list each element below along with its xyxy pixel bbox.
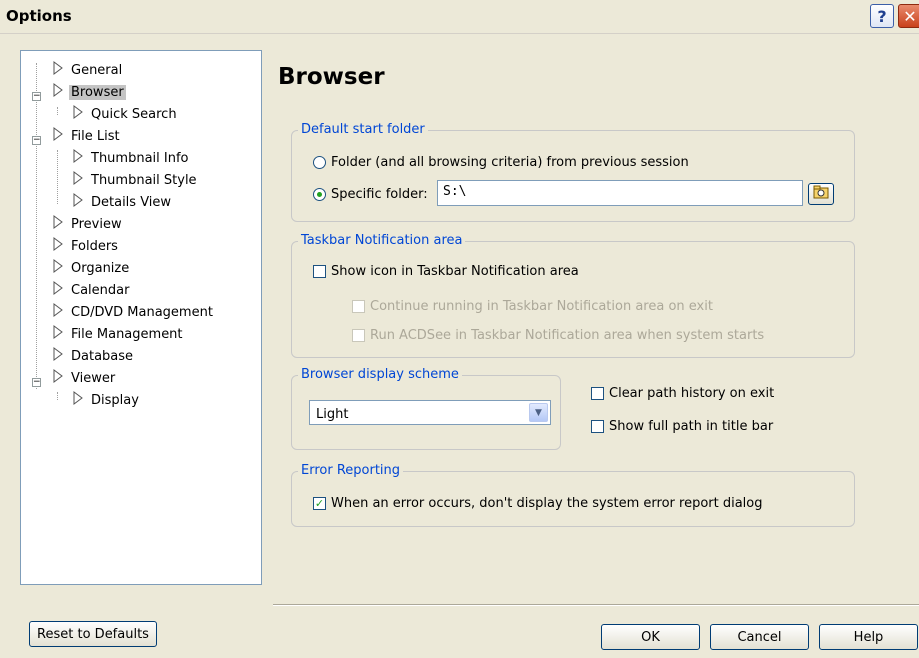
error-reporting-group: Error Reporting ✓ When an error occurs, …: [291, 463, 855, 527]
triangle-icon: [73, 171, 83, 189]
tree-item-preview[interactable]: Preview: [29, 214, 124, 234]
page-title: Browser: [278, 64, 385, 90]
divider: [273, 604, 919, 606]
triangle-icon: [73, 193, 83, 211]
triangle-icon: [53, 237, 63, 255]
triangle-icon: [53, 347, 63, 365]
triangle-icon: [53, 369, 63, 387]
tree-item-calendar[interactable]: Calendar: [29, 280, 131, 300]
tree-item-general[interactable]: General: [29, 60, 124, 80]
triangle-icon: [73, 105, 83, 123]
group-legend: Browser display scheme: [298, 367, 462, 382]
folder-browse-icon: [813, 185, 829, 203]
radio-label: Specific folder:: [331, 187, 428, 202]
no-error-dialog-checkbox[interactable]: ✓ When an error occurs, don't display th…: [313, 496, 763, 511]
triangle-icon: [53, 127, 63, 145]
tree-item-cd-dvd-management[interactable]: CD/DVD Management: [29, 302, 215, 322]
triangle-icon: [73, 391, 83, 409]
cancel-button[interactable]: Cancel: [710, 624, 809, 650]
checkbox-label: Run ACDSee in Taskbar Notification area …: [370, 328, 765, 343]
triangle-icon: [53, 325, 63, 343]
close-icon[interactable]: ✕: [898, 4, 919, 28]
radio-button[interactable]: [313, 156, 326, 169]
triangle-icon: [53, 61, 63, 79]
tree-item-file-management[interactable]: File Management: [29, 324, 185, 344]
help-icon[interactable]: ?: [870, 4, 894, 28]
radio-label: Folder (and all browsing criteria) from …: [331, 155, 689, 170]
group-legend: Taskbar Notification area: [298, 233, 466, 248]
tree-item-thumbnail-style[interactable]: Thumbnail Style: [51, 170, 199, 190]
run-on-start-checkbox[interactable]: Run ACDSee in Taskbar Notification area …: [352, 328, 764, 343]
checkbox-label: Show full path in title bar: [609, 419, 774, 434]
window-title: Options: [6, 7, 72, 25]
tree-item-quick-search[interactable]: Quick Search: [51, 104, 179, 124]
triangle-icon: [53, 259, 63, 277]
checkbox[interactable]: [352, 300, 365, 313]
checkbox-checked[interactable]: ✓: [313, 497, 326, 510]
previous-session-radio[interactable]: Folder (and all browsing criteria) from …: [313, 155, 689, 170]
triangle-icon: [53, 83, 63, 101]
browse-folder-button[interactable]: [808, 183, 834, 205]
triangle-icon: [73, 149, 83, 167]
checkbox-label: Continue running in Taskbar Notification…: [370, 299, 713, 314]
tree-item-organize[interactable]: Organize: [29, 258, 131, 278]
tree-item-details-view[interactable]: Details View: [51, 192, 173, 212]
tree-item-folders[interactable]: Folders: [29, 236, 120, 256]
checkbox[interactable]: [591, 387, 604, 400]
ok-button[interactable]: OK: [601, 624, 700, 650]
triangle-icon: [53, 281, 63, 299]
display-scheme-group: Browser display scheme Light ▼: [291, 367, 561, 450]
triangle-icon: [53, 215, 63, 233]
options-tree[interactable]: General − Browser Quick Search − File Li…: [20, 50, 262, 585]
checkbox-label: When an error occurs, don't display the …: [331, 496, 763, 511]
continue-running-checkbox[interactable]: Continue running in Taskbar Notification…: [352, 299, 713, 314]
checkbox-label: Show icon in Taskbar Notification area: [331, 264, 579, 279]
reset-to-defaults-button[interactable]: Reset to Defaults: [29, 621, 157, 647]
help-button[interactable]: Help: [819, 624, 918, 650]
tree-item-viewer[interactable]: Viewer: [29, 368, 117, 388]
chevron-down-icon[interactable]: ▼: [529, 403, 548, 422]
checkbox[interactable]: [313, 265, 326, 278]
show-icon-checkbox[interactable]: Show icon in Taskbar Notification area: [313, 264, 579, 279]
tree-item-thumbnail-info[interactable]: Thumbnail Info: [51, 148, 191, 168]
clear-path-checkbox[interactable]: Clear path history on exit: [591, 386, 774, 401]
triangle-icon: [53, 303, 63, 321]
default-start-folder-group: Default start folder Folder (and all bro…: [291, 122, 855, 222]
tree-item-browser[interactable]: Browser: [29, 82, 126, 102]
tree-item-file-list[interactable]: File List: [29, 126, 122, 146]
display-scheme-select[interactable]: Light ▼: [309, 400, 551, 425]
title-bar: Options ? ✕: [0, 0, 919, 34]
specific-folder-input[interactable]: S:\: [437, 180, 803, 206]
radio-button[interactable]: [313, 188, 326, 201]
tree-item-display[interactable]: Display: [51, 390, 141, 410]
group-legend: Error Reporting: [298, 463, 404, 478]
checkbox[interactable]: [591, 420, 604, 433]
tree-item-database[interactable]: Database: [29, 346, 135, 366]
checkbox-label: Clear path history on exit: [609, 386, 775, 401]
taskbar-notification-group: Taskbar Notification area Show icon in T…: [291, 233, 855, 358]
show-full-path-checkbox[interactable]: Show full path in title bar: [591, 419, 773, 434]
select-value: Light: [316, 407, 349, 422]
specific-folder-radio[interactable]: Specific folder:: [313, 187, 428, 202]
checkbox[interactable]: [352, 329, 365, 342]
group-legend: Default start folder: [298, 122, 428, 137]
